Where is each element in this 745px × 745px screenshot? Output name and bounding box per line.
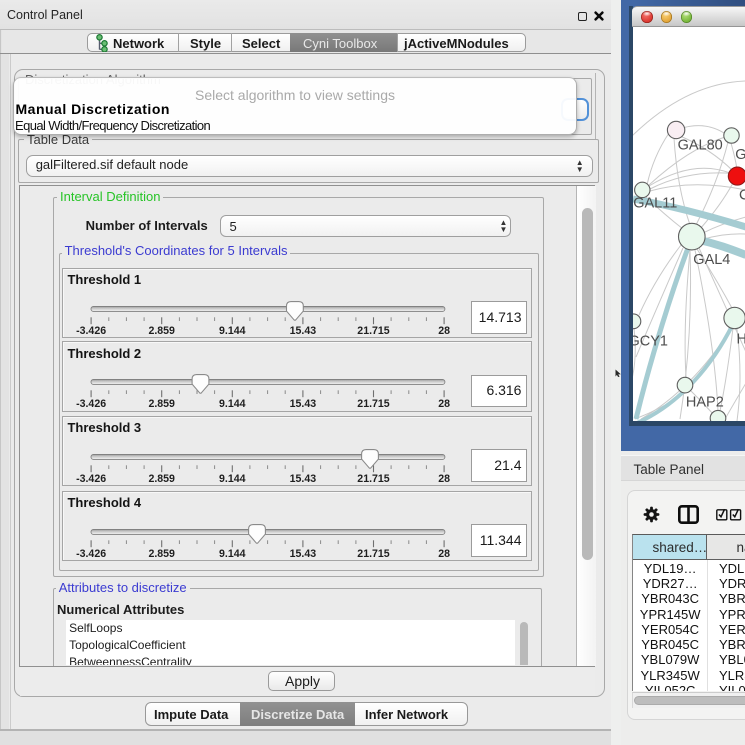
svg-text:15.43: 15.43 — [290, 325, 317, 337]
svg-text:2.859: 2.859 — [149, 398, 176, 410]
svg-text:28: 28 — [438, 325, 450, 337]
svg-text:HIS: HIS — [736, 332, 745, 348]
svg-text:HAP2: HAP2 — [685, 395, 723, 411]
svg-text:9.144: 9.144 — [219, 398, 246, 410]
svg-text:15.43: 15.43 — [290, 548, 317, 560]
svg-text:21.715: 21.715 — [358, 473, 391, 485]
svg-text:GAL11: GAL11 — [633, 196, 677, 212]
svg-text:9.144: 9.144 — [219, 548, 246, 560]
svg-text:15.43: 15.43 — [290, 473, 317, 485]
svg-text:21.715: 21.715 — [358, 548, 391, 560]
svg-text:-3.426: -3.426 — [76, 548, 106, 560]
svg-text:2.859: 2.859 — [149, 548, 176, 560]
svg-text:28: 28 — [438, 548, 450, 560]
svg-text:2.859: 2.859 — [149, 473, 176, 485]
svg-text:2.859: 2.859 — [149, 325, 176, 337]
svg-text:GCY1: GCY1 — [633, 334, 668, 350]
svg-text:15.43: 15.43 — [290, 398, 317, 410]
svg-text:-3.426: -3.426 — [76, 325, 106, 337]
svg-text:GAL80: GAL80 — [677, 137, 722, 153]
svg-text:9.144: 9.144 — [219, 473, 246, 485]
svg-text:28: 28 — [438, 473, 450, 485]
svg-text:28: 28 — [438, 398, 450, 410]
svg-text:21.715: 21.715 — [358, 325, 391, 337]
svg-text:GAL2: GAL2 — [735, 147, 745, 163]
svg-text:21.715: 21.715 — [358, 398, 391, 410]
svg-text:GAL4: GAL4 — [693, 252, 730, 268]
svg-text:-3.426: -3.426 — [76, 398, 106, 410]
svg-text:-3.426: -3.426 — [76, 473, 106, 485]
svg-text:9.144: 9.144 — [219, 325, 246, 337]
svg-text:CDC: CDC — [739, 187, 745, 203]
